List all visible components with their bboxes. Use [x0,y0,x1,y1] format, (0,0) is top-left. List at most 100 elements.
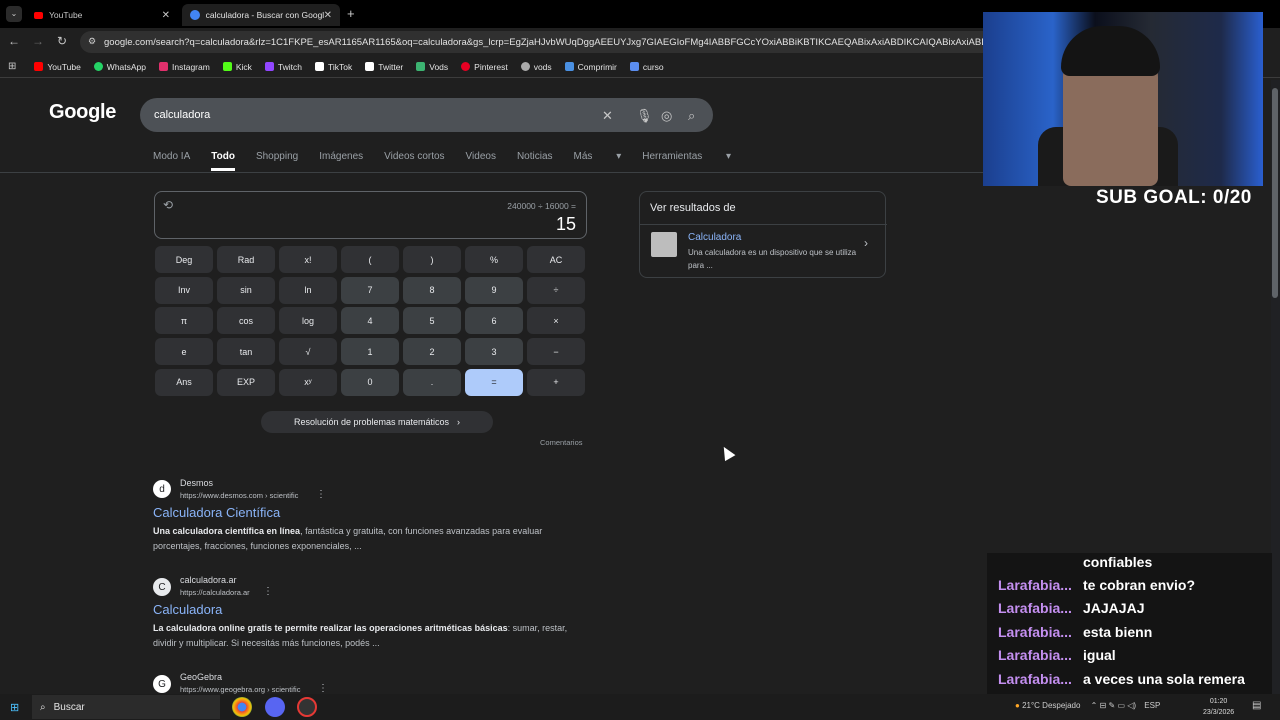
tab-modo-ia[interactable]: Modo IA [153,151,190,171]
calc-key-0[interactable]: 0 [341,368,399,396]
calc-key-divide[interactable]: ÷ [527,276,585,304]
result-title[interactable]: Calculadora [153,602,222,617]
tab-youtube[interactable]: YouTube ✕ [26,4,178,26]
result-site-name[interactable]: Desmos [180,478,213,488]
close-tab-icon[interactable]: ✕ [162,10,170,21]
calc-key-3[interactable]: 3 [465,338,523,366]
bookmark-kick[interactable]: Kick [222,62,252,72]
new-tab-button[interactable]: + [347,6,355,21]
reload-icon[interactable]: ↻ [54,34,70,48]
calc-key-7[interactable]: 7 [341,276,399,304]
bookmark-tiktok[interactable]: TikTok [314,62,352,72]
feedback-link[interactable]: Comentarios [540,438,583,447]
tab-google-search[interactable]: calculadora - Buscar con Google ✕ [182,4,340,26]
page-scrollbar[interactable] [1271,80,1280,700]
obs-icon[interactable] [297,697,317,717]
calc-key-4[interactable]: 4 [341,307,399,335]
calculator-thumbnail[interactable] [651,232,677,257]
bookmark-vods[interactable]: Vods [416,62,448,72]
bookmark-instagram[interactable]: Instagram [159,62,210,72]
calc-key-ln[interactable]: ln [279,276,337,304]
weather-widget[interactable]: ● 21°C Despejado ⌃ ⊟ ✎ ▭ ◁) ESP [1015,701,1160,710]
bookmark-comprimir[interactable]: Comprimir [564,62,617,72]
taskbar-search[interactable]: ⌕ Buscar [32,695,220,719]
bookmark-youtube[interactable]: YouTube [34,62,81,72]
more-options-icon[interactable]: ⋮ [316,489,326,500]
calc-key-sin[interactable]: sin [217,276,275,304]
tab-videos[interactable]: Videos [466,151,496,171]
calc-key-9[interactable]: 9 [465,276,523,304]
google-logo[interactable]: Google [49,101,116,124]
calc-key-power[interactable]: xʸ [279,368,337,396]
calc-key-e[interactable]: e [155,338,213,366]
bookmark-twitch[interactable]: Twitch [264,62,302,72]
chevron-right-icon[interactable]: › [864,236,868,250]
calc-key-8[interactable]: 8 [403,276,461,304]
discord-icon[interactable] [265,697,285,717]
address-bar[interactable]: ⚙ google.com/search?q=calculadora&rlz=1C… [80,31,1000,53]
calc-key-6[interactable]: 6 [465,307,523,335]
calc-key-decimal[interactable]: . [403,368,461,396]
history-icon[interactable]: ⟲ [163,198,173,212]
tab-todo[interactable]: Todo [211,151,235,171]
calc-key-pi[interactable]: π [155,307,213,335]
result-site-name[interactable]: GeoGebra [180,672,222,682]
calc-key-multiply[interactable]: × [527,307,585,335]
result-url[interactable]: https://www.desmos.com › scientific [180,491,298,500]
windows-start-icon[interactable]: ⊞ [10,701,19,714]
math-solver-button[interactable]: Resolución de problemas matemáticos › [261,411,493,433]
panel-title[interactable]: Calculadora [688,232,741,243]
site-info-icon[interactable]: ⚙ [88,36,96,47]
more-options-icon[interactable]: ⋮ [318,683,328,694]
result-url[interactable]: https://www.geogebra.org › scientific [180,685,300,694]
calc-key-5[interactable]: 5 [403,307,461,335]
taskbar-clock[interactable]: 01:20 23/3/2026 [1203,696,1234,718]
tab-mas[interactable]: Más ▾ [574,151,622,171]
back-icon[interactable]: ← [6,34,22,48]
more-options-icon[interactable]: ⋮ [263,586,273,597]
language-indicator[interactable]: ESP [1144,701,1160,710]
calc-key-cos[interactable]: cos [217,307,275,335]
close-tab-icon[interactable]: ✕ [324,10,332,21]
clear-search-icon[interactable]: ✕ [602,108,613,124]
tab-noticias[interactable]: Noticias [517,151,553,171]
bookmark-twitter[interactable]: Twitter [365,62,403,72]
calc-key-sqrt[interactable]: √ [279,338,337,366]
calc-key-rad[interactable]: Rad [217,246,275,273]
chrome-icon[interactable] [232,697,252,717]
calc-key-ans[interactable]: Ans [155,368,213,396]
calc-key-1[interactable]: 1 [341,338,399,366]
calc-key-ac[interactable]: AC [527,246,585,273]
calc-key-equals[interactable]: = [465,368,523,396]
result-url[interactable]: https://calculadora.ar [180,588,250,597]
bookmark-pinterest[interactable]: Pinterest [461,62,508,72]
forward-icon[interactable]: → [30,34,46,48]
tab-imagenes[interactable]: Imágenes [319,151,363,171]
calc-key-deg[interactable]: Deg [155,246,213,273]
bookmark-curso[interactable]: curso [629,62,664,72]
tab-list-chevron-icon[interactable]: ⌄ [6,6,22,22]
calc-key-close-paren[interactable]: ) [403,246,461,273]
search-icon[interactable]: ⌕ [688,108,695,124]
notification-icon[interactable]: ▤ [1252,700,1261,711]
search-input[interactable]: calculadora [140,98,713,132]
bookmark-whatsapp[interactable]: WhatsApp [93,62,146,72]
calc-key-inv[interactable]: Inv [155,276,213,304]
tray-icons[interactable]: ⌃ ⊟ ✎ ▭ ◁) [1091,701,1136,710]
bookmark-vods-2[interactable]: vods [520,62,552,72]
calc-key-minus[interactable]: − [527,338,585,366]
result-title[interactable]: Calculadora Científica [153,505,280,520]
microphone-icon[interactable]: 🎙 [636,108,653,124]
apps-icon[interactable]: ⊞ [8,61,16,72]
tab-herramientas[interactable]: Herramientas ▾ [642,151,731,171]
calc-key-percent[interactable]: % [465,246,523,273]
calc-key-exp[interactable]: EXP [217,368,275,396]
calc-key-open-paren[interactable]: ( [341,246,399,273]
calc-key-plus[interactable]: + [527,368,585,396]
tab-videos-cortos[interactable]: Videos cortos [384,151,444,171]
calc-key-tan[interactable]: tan [217,338,275,366]
result-site-name[interactable]: calculadora.ar [180,575,237,585]
scrollbar-thumb[interactable] [1272,88,1278,298]
tab-shopping[interactable]: Shopping [256,151,298,171]
calc-key-factorial[interactable]: x! [279,246,337,273]
